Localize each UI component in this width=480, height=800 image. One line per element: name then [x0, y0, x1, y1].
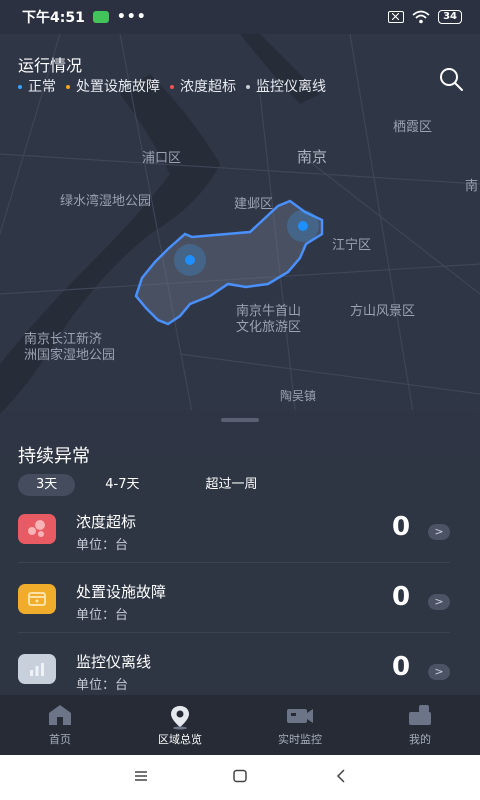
map-label: 陶吴镇 [280, 389, 317, 403]
concentration-icon [18, 514, 56, 544]
menu-icon[interactable] [133, 769, 149, 783]
chevron-right-icon[interactable]: > [428, 664, 450, 680]
operation-status-title: 运行情况 [18, 56, 83, 75]
list-item-concentration-exceeded[interactable]: 浓度超标 单位：台 0 > [18, 502, 450, 572]
map-label: 江宁区 [332, 238, 372, 253]
tab-4-7-days[interactable]: 4-7天 [87, 474, 157, 496]
item-name: 浓度超标 [76, 513, 137, 531]
more-notifications-icon: ••• [116, 9, 147, 25]
drag-handle[interactable] [221, 418, 259, 422]
nav-region-overview[interactable]: 区域总览 [120, 695, 240, 755]
chevron-right-icon[interactable]: > [428, 524, 450, 540]
legend-dot [18, 85, 22, 89]
map-label: 南京牛首山 文化旅游区 [236, 304, 302, 335]
tab-over-a-week[interactable]: 超过一周 [188, 474, 276, 496]
nav-profile[interactable]: 我的 [360, 695, 480, 755]
monitor-icon [18, 654, 56, 684]
item-count: 0 [392, 512, 411, 542]
battery-indicator: 34 [438, 10, 462, 24]
divider [18, 632, 450, 633]
nav-label: 首页 [49, 733, 71, 746]
duration-tabs: 3天 4-7天 超过一周 [18, 474, 276, 496]
tab-3-days[interactable]: 3天 [18, 474, 76, 496]
item-count: 0 [392, 652, 411, 682]
nav-realtime-monitor[interactable]: 实时监控 [240, 695, 360, 755]
status-bar: 下午4:51 ••• 34 [0, 0, 480, 34]
map-label: 绿水湾湿地公园 [60, 194, 152, 209]
item-unit: 单位：台 [76, 608, 129, 623]
legend-item-normal: 正常 [18, 76, 56, 96]
chevron-right-icon[interactable]: > [428, 594, 450, 610]
map-label: 南京 [297, 148, 328, 166]
normal-marker[interactable] [185, 255, 195, 265]
map-background [0, 34, 480, 454]
map-label: 建邺区 [234, 197, 274, 212]
location-pin-icon [171, 706, 189, 730]
legend-item-concentration-exceeded: 浓度超标 [170, 76, 236, 96]
legend-item-monitor-offline: 监控仪离线 [246, 76, 326, 96]
item-unit: 单位：台 [76, 538, 129, 553]
legend-dot [170, 85, 174, 89]
status-legend: 正常 处置设施故障 浓度超标 监控仪离线 [18, 76, 326, 96]
legend-dot [246, 85, 250, 89]
wifi-icon [412, 10, 430, 24]
nav-home[interactable]: 首页 [0, 695, 120, 755]
camera-icon [287, 709, 313, 723]
no-sim-icon [388, 11, 405, 23]
nav-label: 我的 [409, 733, 431, 746]
status-time: 下午4:51 [22, 10, 85, 26]
list-item-facility-fault[interactable]: 处置设施故障 单位：台 0 > [18, 572, 450, 642]
map-label: 南京长江新济 洲国家湿地公园 [24, 332, 116, 363]
item-name: 处置设施故障 [76, 583, 167, 601]
map-label: 栖霞区 [393, 120, 433, 135]
persistent-anomaly-panel: 持续异常 3天 4-7天 超过一周 浓度超标 单位：台 0 > 处置设施故障 单… [0, 410, 480, 700]
divider [18, 562, 450, 563]
app-screen: 栖霞区 浦口区 南京 南 绿水湾湿地公园 建邺区 江宁区 南京牛首山 文化旅游区… [0, 0, 480, 755]
item-name: 监控仪离线 [76, 653, 152, 671]
map-label: 方山风景区 [350, 304, 416, 319]
nav-label: 实时监控 [278, 733, 322, 746]
map-view[interactable]: 栖霞区 浦口区 南京 南 绿水湾湿地公园 建邺区 江宁区 南京牛首山 文化旅游区… [0, 34, 480, 454]
search-button[interactable] [438, 66, 464, 92]
home-button-icon[interactable] [232, 769, 248, 783]
panel-title: 持续异常 [18, 446, 90, 467]
item-unit: 单位：台 [76, 678, 129, 693]
wechat-icon [92, 11, 109, 23]
back-icon[interactable] [334, 769, 348, 783]
legend-item-facility-fault: 处置设施故障 [66, 76, 160, 96]
normal-marker[interactable] [298, 221, 308, 231]
facility-icon [18, 584, 56, 614]
search-icon [440, 68, 463, 91]
map-label: 南 [465, 179, 479, 194]
bottom-navigation: 首页 区域总览 实时监控 我的 [0, 695, 480, 755]
profile-icon [409, 705, 431, 725]
nav-label: 区域总览 [158, 733, 202, 746]
system-navigation-bar [0, 755, 480, 800]
item-count: 0 [392, 582, 411, 612]
home-icon [49, 705, 71, 725]
legend-dot [66, 85, 70, 89]
map-label: 浦口区 [142, 151, 182, 166]
